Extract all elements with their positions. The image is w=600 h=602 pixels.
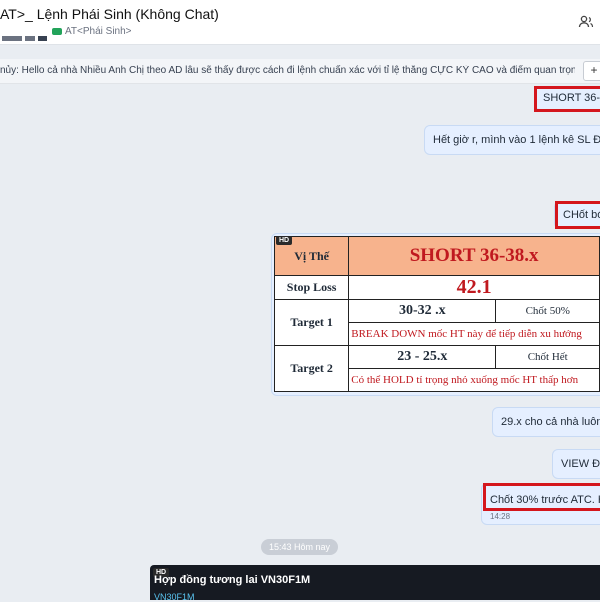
target-2-close: Chốt Hết: [495, 345, 600, 369]
target-1-label: Target 1: [273, 299, 350, 346]
trading-plan-table: Vị Thế SHORT 36-38.x Stop Loss 42.1 Targ…: [273, 236, 600, 392]
hd-badge: HD: [276, 236, 293, 245]
group-tag[interactable]: AT<Phái Sinh>: [52, 26, 132, 37]
people-icon[interactable]: [578, 14, 594, 30]
highlight-frame: [534, 86, 600, 112]
highlight-frame: [555, 201, 600, 229]
target-2-price: 23 - 25.x: [348, 345, 497, 369]
chat-header: AT>_ Lệnh Phái Sinh (Không Chat) AT<Phái…: [0, 0, 600, 45]
group-title[interactable]: AT>_ Lệnh Phái Sinh (Không Chat): [0, 6, 219, 22]
chart-image-message[interactable]: HD Hợp đồng tương lai VN30F1M VN30F1M: [150, 565, 600, 602]
message-bubble[interactable]: VIEW ĐỈN: [552, 449, 600, 479]
message-time: 14:28: [490, 512, 511, 521]
target-2-label: Target 2: [273, 345, 350, 392]
target-1-note: BREAK DOWN mốc HT này để tiếp diễn xu hư…: [348, 322, 600, 346]
target-2-note: Có thể HOLD tỉ trọng nhỏ xuống mốc HT th…: [348, 368, 600, 392]
target-1-close: Chốt 50%: [495, 299, 600, 323]
pinned-expand-button[interactable]: +: [583, 61, 600, 81]
date-divider: 15:43 Hôm nay: [261, 539, 338, 555]
stop-loss-value: 42.1: [348, 275, 600, 300]
member-avatars[interactable]: [2, 30, 50, 41]
message-text: 29.x cho cả nhà luôn. T: [501, 416, 600, 428]
group-tag-label: AT<Phái Sinh>: [65, 26, 132, 37]
message-bubble[interactable]: Hết giờ r, mình vào 1 lệnh kê SL ĐỈNH nh…: [424, 125, 600, 155]
stop-loss-label: Stop Loss: [273, 275, 350, 300]
target-1-price: 30-32 .x: [348, 299, 497, 323]
chart-card-symbol: VN30F1M: [154, 592, 195, 602]
chart-card-title: Hợp đồng tương lai VN30F1M: [154, 574, 311, 586]
highlight-frame: [483, 483, 600, 511]
position-value: SHORT 36-38.x: [348, 236, 600, 276]
message-bubble[interactable]: 29.x cho cả nhà luôn. T: [492, 407, 600, 437]
pinned-message-bar[interactable]: nủy: Hello cả nhà Nhiều Anh Chị theo AD …: [0, 59, 600, 84]
pinned-message-text: nủy: Hello cả nhà Nhiều Anh Chị theo AD …: [0, 65, 575, 76]
message-text: VIEW ĐỈN: [561, 458, 600, 470]
message-text: Hết giờ r, mình vào 1 lệnh kê SL ĐỈNH nh…: [433, 134, 600, 146]
label-tag-icon: [52, 27, 62, 35]
